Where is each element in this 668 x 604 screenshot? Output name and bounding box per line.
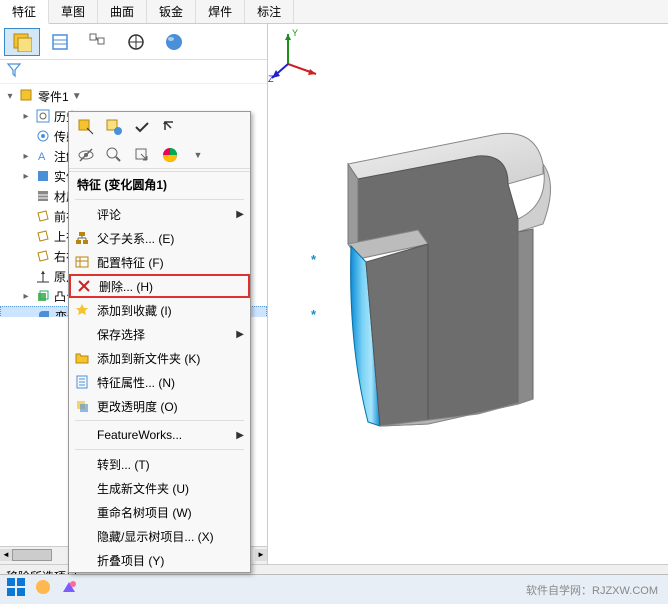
start-icon[interactable] (6, 577, 26, 602)
ctx-configure[interactable]: 配置特征 (F) (69, 250, 250, 274)
suppress-icon[interactable] (131, 116, 153, 138)
svg-text:Z: Z (268, 74, 274, 84)
delete-icon (75, 279, 93, 293)
zoom-icon[interactable] (103, 144, 125, 166)
scroll-thumb[interactable] (12, 549, 52, 561)
tab-surface[interactable]: 曲面 (98, 0, 147, 23)
ctx-collapse[interactable]: 折叠项目 (Y) (69, 548, 250, 572)
part-icon (19, 88, 35, 104)
ctx-favorite[interactable]: 添加到收藏 (I) (69, 298, 250, 322)
transparency-icon (73, 399, 91, 413)
view-triad-icon[interactable]: Y Z (268, 24, 328, 84)
ctx-create-folder[interactable]: 生成新文件夹 (U) (69, 476, 250, 500)
svg-text:*: * (311, 252, 317, 267)
tab-sheetmetal[interactable]: 钣金 (147, 0, 196, 23)
ctx-save-selection[interactable]: 保存选择▶ (69, 322, 250, 346)
ctx-goto[interactable]: 转到... (T) (69, 452, 250, 476)
edit-sketch-icon[interactable] (103, 116, 125, 138)
ctx-rename[interactable]: 重命名树项目 (W) (69, 500, 250, 524)
plane-icon (35, 208, 51, 224)
taskbar-app-icon[interactable] (34, 578, 52, 601)
scroll-right-icon[interactable]: ► (255, 549, 267, 561)
appearance-tab-icon[interactable] (156, 28, 192, 56)
collapse-icon[interactable]: ▾ (4, 91, 16, 102)
history-icon (35, 108, 51, 124)
fillet-icon (36, 308, 52, 317)
material-icon (35, 188, 51, 204)
submenu-arrow-icon: ▶ (236, 430, 244, 441)
command-tabs: 特征 草图 曲面 钣金 焊件 标注 (0, 0, 668, 24)
watermark-text: 软件自学网：RJZXW.COM (526, 582, 658, 598)
dimxpert-tab-icon[interactable] (118, 28, 154, 56)
solidbody-icon (35, 168, 51, 184)
plane-icon (35, 228, 51, 244)
ctx-new-folder[interactable]: 添加到新文件夹 (K) (69, 346, 250, 370)
svg-text:A: A (38, 151, 46, 163)
tree-root[interactable]: ▾ 零件1 ▼ (0, 86, 267, 106)
tab-annotate[interactable]: 标注 (245, 0, 294, 23)
ctx-transparency[interactable]: 更改透明度 (O) (69, 394, 250, 418)
plane-icon (35, 248, 51, 264)
ctx-properties[interactable]: 特征属性... (N) (69, 370, 250, 394)
configure-icon (73, 255, 91, 269)
tab-feature[interactable]: 特征 (0, 0, 49, 24)
hide-icon[interactable] (75, 144, 97, 166)
ctx-featureworks[interactable]: FeatureWorks...▶ (69, 423, 250, 447)
tab-sketch[interactable]: 草图 (49, 0, 98, 23)
dropdown-icon[interactable]: ▼ (72, 91, 82, 102)
properties-icon (73, 375, 91, 389)
rollback-icon[interactable] (159, 116, 181, 138)
normal-to-icon[interactable] (131, 144, 153, 166)
origin-icon (35, 268, 51, 284)
taskbar-app-icon[interactable] (60, 578, 78, 601)
context-menu: ▼ 特征 (变化圆角1) 评论▶ 父子关系... (E) 配置特征 (F) 删除… (68, 111, 251, 573)
parent-child-icon (73, 231, 91, 245)
submenu-arrow-icon: ▶ (236, 209, 244, 220)
extrude-icon (35, 288, 51, 304)
ctx-comment[interactable]: 评论▶ (69, 202, 250, 226)
submenu-arrow-icon: ▶ (236, 329, 244, 340)
svg-text:Y: Y (292, 28, 298, 38)
scroll-left-icon[interactable]: ◄ (0, 549, 12, 561)
dropdown-icon[interactable]: ▼ (187, 144, 209, 166)
svg-text:*: * (311, 307, 317, 322)
appearance-icon[interactable] (159, 144, 181, 166)
graphics-viewport[interactable]: * * Y Z (268, 24, 668, 564)
annotation-icon: A (35, 148, 51, 164)
ctx-parent-child[interactable]: 父子关系... (E) (69, 226, 250, 250)
folder-icon (73, 351, 91, 365)
property-tab-icon[interactable] (42, 28, 78, 56)
sensor-icon (35, 128, 51, 144)
ctx-hide-show[interactable]: 隐藏/显示树项目... (X) (69, 524, 250, 548)
context-menu-header: 特征 (变化圆角1) (69, 171, 250, 197)
star-icon (73, 303, 91, 317)
tree-root-label: 零件1 (38, 88, 69, 105)
edit-feature-icon[interactable] (75, 116, 97, 138)
featuretree-tab-icon[interactable] (4, 28, 40, 56)
panel-toolbar (0, 24, 267, 60)
tab-weldment[interactable]: 焊件 (196, 0, 245, 23)
tree-filter[interactable] (0, 60, 267, 84)
config-tab-icon[interactable] (80, 28, 116, 56)
ctx-delete[interactable]: 删除... (H) (69, 274, 250, 298)
